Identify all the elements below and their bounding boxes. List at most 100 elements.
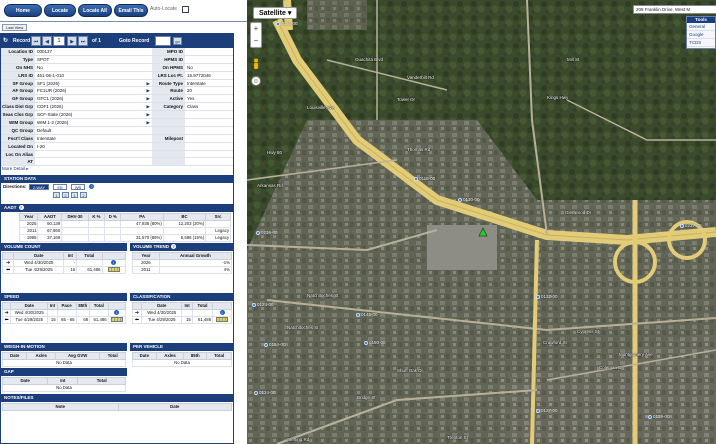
table-row: ⬅ Tue 4/29/2025 15 61,486: [131, 316, 232, 324]
map-pin-icon[interactable]: [458, 197, 462, 202]
map-pin-icon[interactable]: [680, 223, 684, 228]
expand-arrow-icon[interactable]: ▶: [147, 95, 150, 102]
map-pin-icon[interactable]: [264, 342, 268, 347]
info-icon[interactable]: i: [219, 310, 225, 315]
more-detail-link[interactable]: More Detail ▸: [2, 166, 29, 172]
expand-arrow-icon[interactable]: ▶: [147, 119, 150, 126]
info-icon[interactable]: i: [111, 260, 117, 265]
last-view-button[interactable]: Last View: [2, 24, 28, 31]
station-marker[interactable]: 0154-00: [263, 342, 286, 347]
locate-all-button[interactable]: Locate All: [78, 4, 112, 17]
map-pin-icon[interactable]: [648, 414, 652, 419]
table-cell: 68: [75, 316, 91, 324]
zoom-in-button[interactable]: +: [251, 23, 261, 35]
station-marker[interactable]: 0127-00: [535, 408, 558, 413]
direction-tab[interactable]: EB: [53, 184, 67, 190]
field-value[interactable]: WIM 1-2 (2026) ▶: [35, 119, 152, 126]
map-pin-icon[interactable]: [536, 294, 540, 299]
lane-button[interactable]: 2: [62, 192, 69, 198]
street-view-pegman-icon[interactable]: [251, 58, 261, 72]
arrow-left-icon[interactable]: ⬅: [135, 317, 139, 323]
map-pin-icon[interactable]: [364, 340, 368, 345]
last-record-icon[interactable]: ⏭: [78, 36, 88, 46]
email-this-button[interactable]: Email This: [114, 4, 148, 17]
record-number-input[interactable]: 1: [53, 36, 65, 46]
map-pin-icon[interactable]: [276, 21, 280, 26]
map-pin-icon[interactable]: [414, 176, 418, 181]
arrow-right-icon[interactable]: ➔: [135, 310, 139, 316]
station-marker[interactable]: 0231-00: [275, 21, 298, 26]
goto-record-input[interactable]: [155, 36, 171, 46]
direction-tab[interactable]: 2-WAY: [29, 184, 49, 190]
recenter-icon[interactable]: ☺: [251, 76, 261, 86]
map-pin-icon[interactable]: [356, 312, 360, 317]
chart-icon[interactable]: [216, 317, 229, 323]
map-type-control[interactable]: Satellite ▾: [253, 7, 298, 19]
field-value[interactable]: GFC1 (2026) ▶: [35, 95, 152, 102]
map-pin-icon[interactable]: [254, 390, 258, 395]
locate-button[interactable]: Locate: [44, 4, 76, 17]
station-marker[interactable]: 0130-00: [457, 197, 480, 202]
direction-tab[interactable]: WB: [71, 184, 85, 190]
map-pin-icon[interactable]: [256, 230, 260, 235]
street-label: Coleman Dr: [599, 365, 624, 370]
arrow-right-icon[interactable]: ➔: [6, 260, 10, 266]
first-record-icon[interactable]: ⏮: [31, 36, 41, 46]
field-label: Located On: [1, 142, 35, 150]
address-search-input[interactable]: 208 Franklin Drive, West M: [633, 5, 716, 14]
help-icon[interactable]: ?: [89, 184, 94, 189]
next-record-icon[interactable]: ▶: [67, 36, 77, 46]
column-header: Axles: [155, 352, 185, 360]
arrow-left-icon[interactable]: ⬅: [5, 317, 9, 323]
table-cell: 61,486: [89, 316, 109, 324]
tool-item[interactable]: Google: [687, 31, 715, 39]
field-row: GF Group GFC1 (2026) ▶ Active Yes: [1, 95, 233, 104]
home-button[interactable]: Home: [4, 4, 42, 17]
station-marker[interactable]: 0237-00: [679, 223, 702, 228]
arrow-right-icon[interactable]: ➔: [5, 310, 9, 316]
prev-record-icon[interactable]: ◀: [42, 36, 52, 46]
station-marker[interactable]: 0134-00: [253, 390, 276, 395]
station-marker[interactable]: 0132-00: [535, 294, 558, 299]
info-icon[interactable]: i: [114, 310, 120, 315]
station-marker[interactable]: 0118-00: [413, 176, 435, 181]
refresh-icon[interactable]: ↻: [3, 34, 8, 48]
field-value[interactable]: SF1 (2026) ▶: [35, 80, 152, 87]
help-icon[interactable]: ?: [171, 244, 176, 249]
chart-icon[interactable]: [110, 317, 123, 323]
chart-icon[interactable]: [107, 267, 120, 273]
map-view[interactable]: Ouachita Blvd Vanderbilt Rd Tower Dr Hwy 80…: [247, 0, 716, 444]
station-marker[interactable]: 0124-00: [251, 302, 274, 307]
help-icon[interactable]: ?: [18, 205, 24, 210]
classification-table: Date Int Total ➔ Wed 4/30/2025 i ⬅ Tue 4/29/202…: [131, 302, 232, 324]
go-button[interactable]: go: [173, 37, 182, 45]
field-value[interactable]: SCF-State (2026) ▶: [35, 111, 152, 118]
lane-button[interactable]: 2: [80, 192, 87, 198]
street-label: Glenwood Dr: [565, 210, 592, 215]
auto-locate-checkbox[interactable]: [182, 6, 189, 13]
station-marker[interactable]: 0236-00: [255, 230, 278, 235]
zoom-out-button[interactable]: −: [251, 35, 261, 47]
field-value[interactable]: CDF1 (2026) ▶: [35, 103, 152, 110]
no-data-text: No Data: [2, 359, 126, 367]
field-label: [152, 150, 185, 158]
station-marker[interactable]: 0145-00: [355, 312, 378, 317]
arrow-left-icon[interactable]: ⬅: [6, 267, 10, 273]
station-marker[interactable]: 0139-00: [647, 414, 670, 419]
map-pin-icon[interactable]: [252, 302, 256, 307]
field-value[interactable]: FC1UR (2026) ▶: [35, 87, 152, 94]
tool-item[interactable]: General: [687, 23, 715, 31]
station-marker[interactable]: 0150-00: [363, 340, 386, 345]
tool-item[interactable]: TCDS: [687, 39, 715, 47]
expand-arrow-icon[interactable]: ▶: [147, 103, 150, 110]
expand-arrow-icon[interactable]: ▶: [147, 111, 150, 118]
table-cell: 67,860: [37, 227, 63, 235]
expand-arrow-icon[interactable]: ▶: [147, 80, 150, 87]
field-value: 20: [187, 88, 193, 94]
expand-arrow-icon[interactable]: ▶: [147, 87, 150, 94]
map-pin-icon[interactable]: [536, 408, 540, 413]
lane-button[interactable]: 1: [71, 192, 78, 198]
station-panel: ↻ Record ⏮ ◀ 1 ▶ ⏭ of 1 Goto Record go L…: [0, 33, 234, 444]
table-row: 2011 67,860 Legacy: [18, 227, 231, 235]
lane-button[interactable]: 1: [53, 192, 60, 198]
